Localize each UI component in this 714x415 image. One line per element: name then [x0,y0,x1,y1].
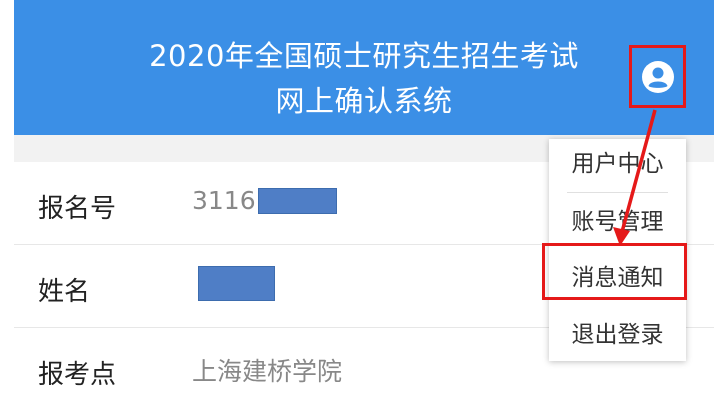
annotation-arrow [613,109,657,246]
